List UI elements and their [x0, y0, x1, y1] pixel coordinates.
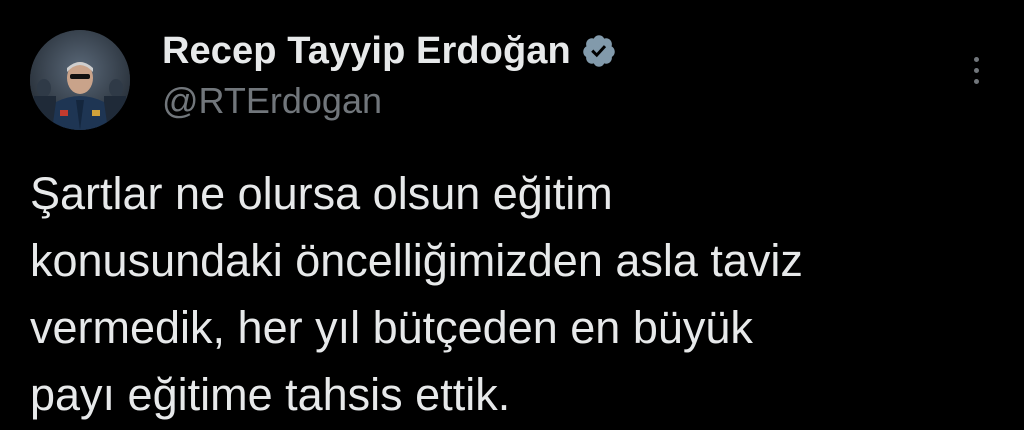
- author-display-name[interactable]: Recep Tayyip Erdoğan: [162, 30, 571, 73]
- tweet-text-line: payı eğitime tahsis ettik.: [30, 369, 511, 420]
- more-dot: [973, 78, 979, 84]
- avatar-photo: [30, 30, 130, 130]
- verified-badge-icon: [583, 35, 615, 67]
- tweet-text-line: Şartlar ne olursa olsun eğitim: [30, 168, 613, 219]
- tweet-text-line: vermedik, her yıl bütçeden en büyük: [30, 302, 753, 353]
- tweet-card: Recep Tayyip Erdoğan @RTErdogan Şartlar …: [0, 0, 1024, 430]
- tweet-text-line: konusundaki öncelliğimizden asla taviz: [30, 235, 803, 286]
- more-dot: [973, 67, 979, 73]
- tweet-text: Şartlar ne olursa olsun eğitim konusunda…: [30, 160, 990, 428]
- author-handle[interactable]: @RTErdogan: [162, 80, 382, 122]
- author-name-row: Recep Tayyip Erdoğan: [162, 27, 617, 75]
- avatar[interactable]: [30, 30, 130, 130]
- more-dot: [973, 56, 979, 62]
- more-options-icon[interactable]: [962, 50, 990, 90]
